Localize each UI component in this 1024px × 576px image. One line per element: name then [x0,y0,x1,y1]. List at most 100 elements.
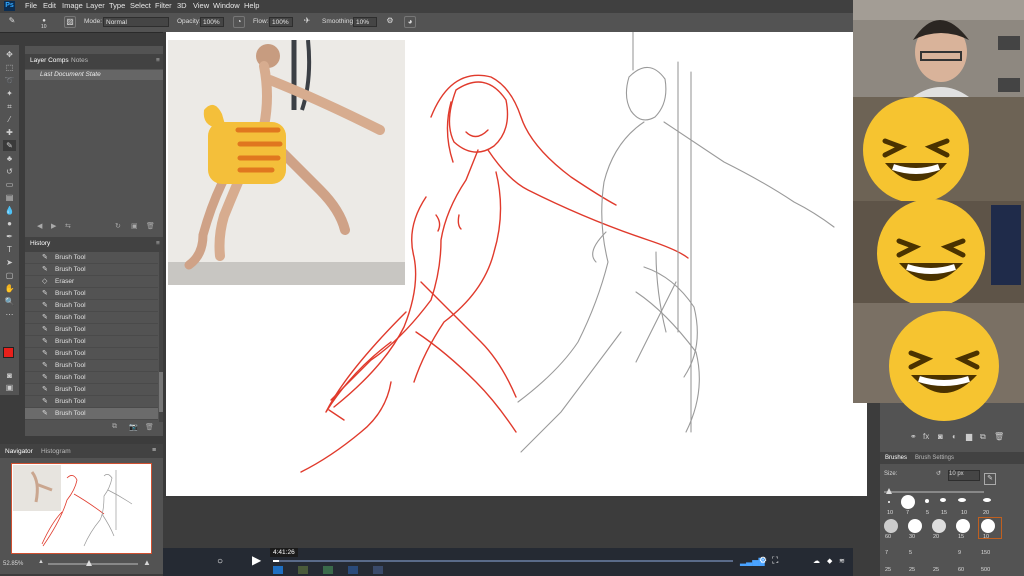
history-item[interactable]: ✎ Brush Tool [25,264,158,276]
menu-file[interactable]: File [25,1,37,10]
navigator-thumbnail[interactable] [11,463,152,554]
tab-brushes[interactable]: Brushes [885,455,907,461]
taskbar-app-icon[interactable] [373,566,383,574]
snapshot-camera-icon[interactable]: 📷 [129,423,138,431]
navigator-zoom-slider[interactable] [48,560,138,566]
eraser-tool-icon[interactable]: ▭ [3,179,16,190]
brush-size-slider[interactable] [884,488,984,494]
smoothing-field[interactable]: 10% [353,17,377,27]
apply-comp-icon[interactable]: ⇆ [65,222,71,230]
clone-stamp-tool-icon[interactable]: ♣ [3,153,16,164]
taskbar-app-icon[interactable] [298,566,308,574]
menu-window[interactable]: Window [213,1,240,10]
menu-edit[interactable]: Edit [43,1,56,10]
play-button-icon[interactable]: ▶ [252,553,261,567]
tab-layer-comps[interactable]: Layer Comps [30,57,69,64]
video-tile-participant-3[interactable] [853,303,1024,421]
menu-image[interactable]: Image [62,1,83,10]
smoothing-settings-gear-icon[interactable]: ⚙ [384,16,396,28]
prev-comp-icon[interactable]: ◀ [37,222,42,230]
navigator-zoom-value[interactable]: 52.85% [3,561,23,567]
gradient-tool-icon[interactable]: ▤ [3,192,16,203]
delete-layer-icon[interactable]: 🗑 [994,432,1004,441]
zoom-in-icon[interactable]: ▲ [143,558,151,567]
history-item[interactable]: ✎ Brush Tool [25,336,158,348]
add-mask-icon[interactable]: ◙ [938,432,943,441]
selected-brush-preset[interactable] [978,517,1002,539]
video-tile-participant-1[interactable] [853,97,1024,203]
tab-brush-settings[interactable]: Brush Settings [915,455,954,461]
history-brush-tool-icon[interactable]: ↺ [3,166,16,177]
brush-presets-grid[interactable]: 10 7 5 15 10 20 60 30 20 15 10 7 5 9 150… [882,495,1020,575]
tab-histogram[interactable]: Histogram [41,448,71,455]
brush-tool-icon[interactable]: ✎ [3,140,16,151]
photoshop-taskbar-icon[interactable] [273,566,283,574]
navigator-menu-icon[interactable]: ≡ [152,447,156,454]
path-selection-tool-icon[interactable]: ➤ [3,257,16,268]
eyedropper-tool-icon[interactable]: ⁄ [3,114,16,125]
pen-tool-icon[interactable]: ✒ [3,231,16,242]
menu-filter[interactable]: Filter [155,1,172,10]
shape-tool-icon[interactable]: ▢ [3,270,16,281]
quick-mask-icon[interactable]: ◙ [3,370,16,381]
link-layers-icon[interactable]: ⚭ [910,432,917,441]
foreground-color-swatch[interactable] [3,347,14,358]
fx-icon[interactable]: fx [923,432,929,441]
pressure-opacity-icon[interactable]: ◔ [233,16,245,28]
new-comp-icon[interactable]: ▣ [131,222,138,230]
pressure-size-icon[interactable]: ◕ [404,16,416,28]
fullscreen-icon[interactable]: ⛶ [772,555,778,566]
video-tile-participant-2[interactable] [853,199,1024,307]
adjustment-layer-icon[interactable]: ◐ [952,432,957,441]
zoom-out-icon[interactable]: ▲ [38,559,44,565]
crop-tool-icon[interactable]: ⌗ [3,101,16,112]
move-tool-icon[interactable]: ✥ [3,49,16,60]
menu-view[interactable]: View [193,1,209,10]
airbrush-icon[interactable]: ✈ [301,16,313,28]
marquee-tool-icon[interactable]: ⬚ [3,62,16,73]
windows-start-circle-icon[interactable]: ○ [217,556,223,567]
history-menu-icon[interactable]: ≡ [156,240,160,247]
menu-layer[interactable]: Layer [86,1,105,10]
delete-comp-icon[interactable]: 🗑 [146,222,155,230]
flow-field[interactable]: 100% [269,17,293,27]
history-item[interactable]: ✎ Brush Tool [25,372,158,384]
video-tile-host[interactable] [853,0,1024,97]
layer-comp-row[interactable]: Last Document State [25,70,166,80]
blur-tool-icon[interactable]: 💧 [3,205,16,216]
history-item[interactable]: ✎ Brush Tool [25,384,158,396]
type-tool-icon[interactable]: T [3,244,16,255]
history-item-selected[interactable]: ✎ Brush Tool [25,408,158,420]
history-item[interactable]: ✎ Brush Tool [25,288,158,300]
brush-tool-icon[interactable]: ✎ [6,16,18,28]
menu-select[interactable]: Select [130,1,151,10]
new-layer-icon[interactable]: ⧉ [980,432,986,442]
menu-help[interactable]: Help [244,1,259,10]
chrome-taskbar-icon[interactable] [323,566,333,574]
more-tools-icon[interactable]: ⋯ [3,309,16,320]
history-item[interactable]: ✎ Brush Tool [25,252,158,264]
tab-navigator[interactable]: Navigator [5,448,33,455]
next-comp-icon[interactable]: ▶ [51,222,56,230]
menu-type[interactable]: Type [109,1,125,10]
history-item[interactable]: ✎ Brush Tool [25,360,158,372]
brush-pose-icon[interactable]: ✎ [984,473,996,485]
video-progress-bar[interactable] [273,560,733,562]
history-item[interactable]: ✎ Brush Tool [25,300,158,312]
opacity-field[interactable]: 100% [200,17,224,27]
hand-tool-icon[interactable]: ✋ [3,283,16,294]
lasso-tool-icon[interactable]: ➰ [3,75,16,86]
delete-state-icon[interactable]: 🗑 [145,423,154,431]
history-panel-title[interactable]: History [30,240,50,247]
brush-size-field[interactable]: 10 px [948,470,980,481]
brush-settings-icon[interactable]: ▨ [64,16,76,28]
healing-brush-tool-icon[interactable]: ✚ [3,127,16,138]
history-item[interactable]: ✎ Brush Tool [25,324,158,336]
menu-3d[interactable]: 3D [177,1,187,10]
update-comp-icon[interactable]: ↻ [115,222,121,230]
panel-menu-icon[interactable]: ≡ [156,57,160,64]
history-item[interactable]: ✎ Brush Tool [25,312,158,324]
mode-select[interactable]: Normal [103,17,169,27]
history-item[interactable]: ✎ Brush Tool [25,396,158,408]
dodge-tool-icon[interactable]: ● [3,218,16,229]
